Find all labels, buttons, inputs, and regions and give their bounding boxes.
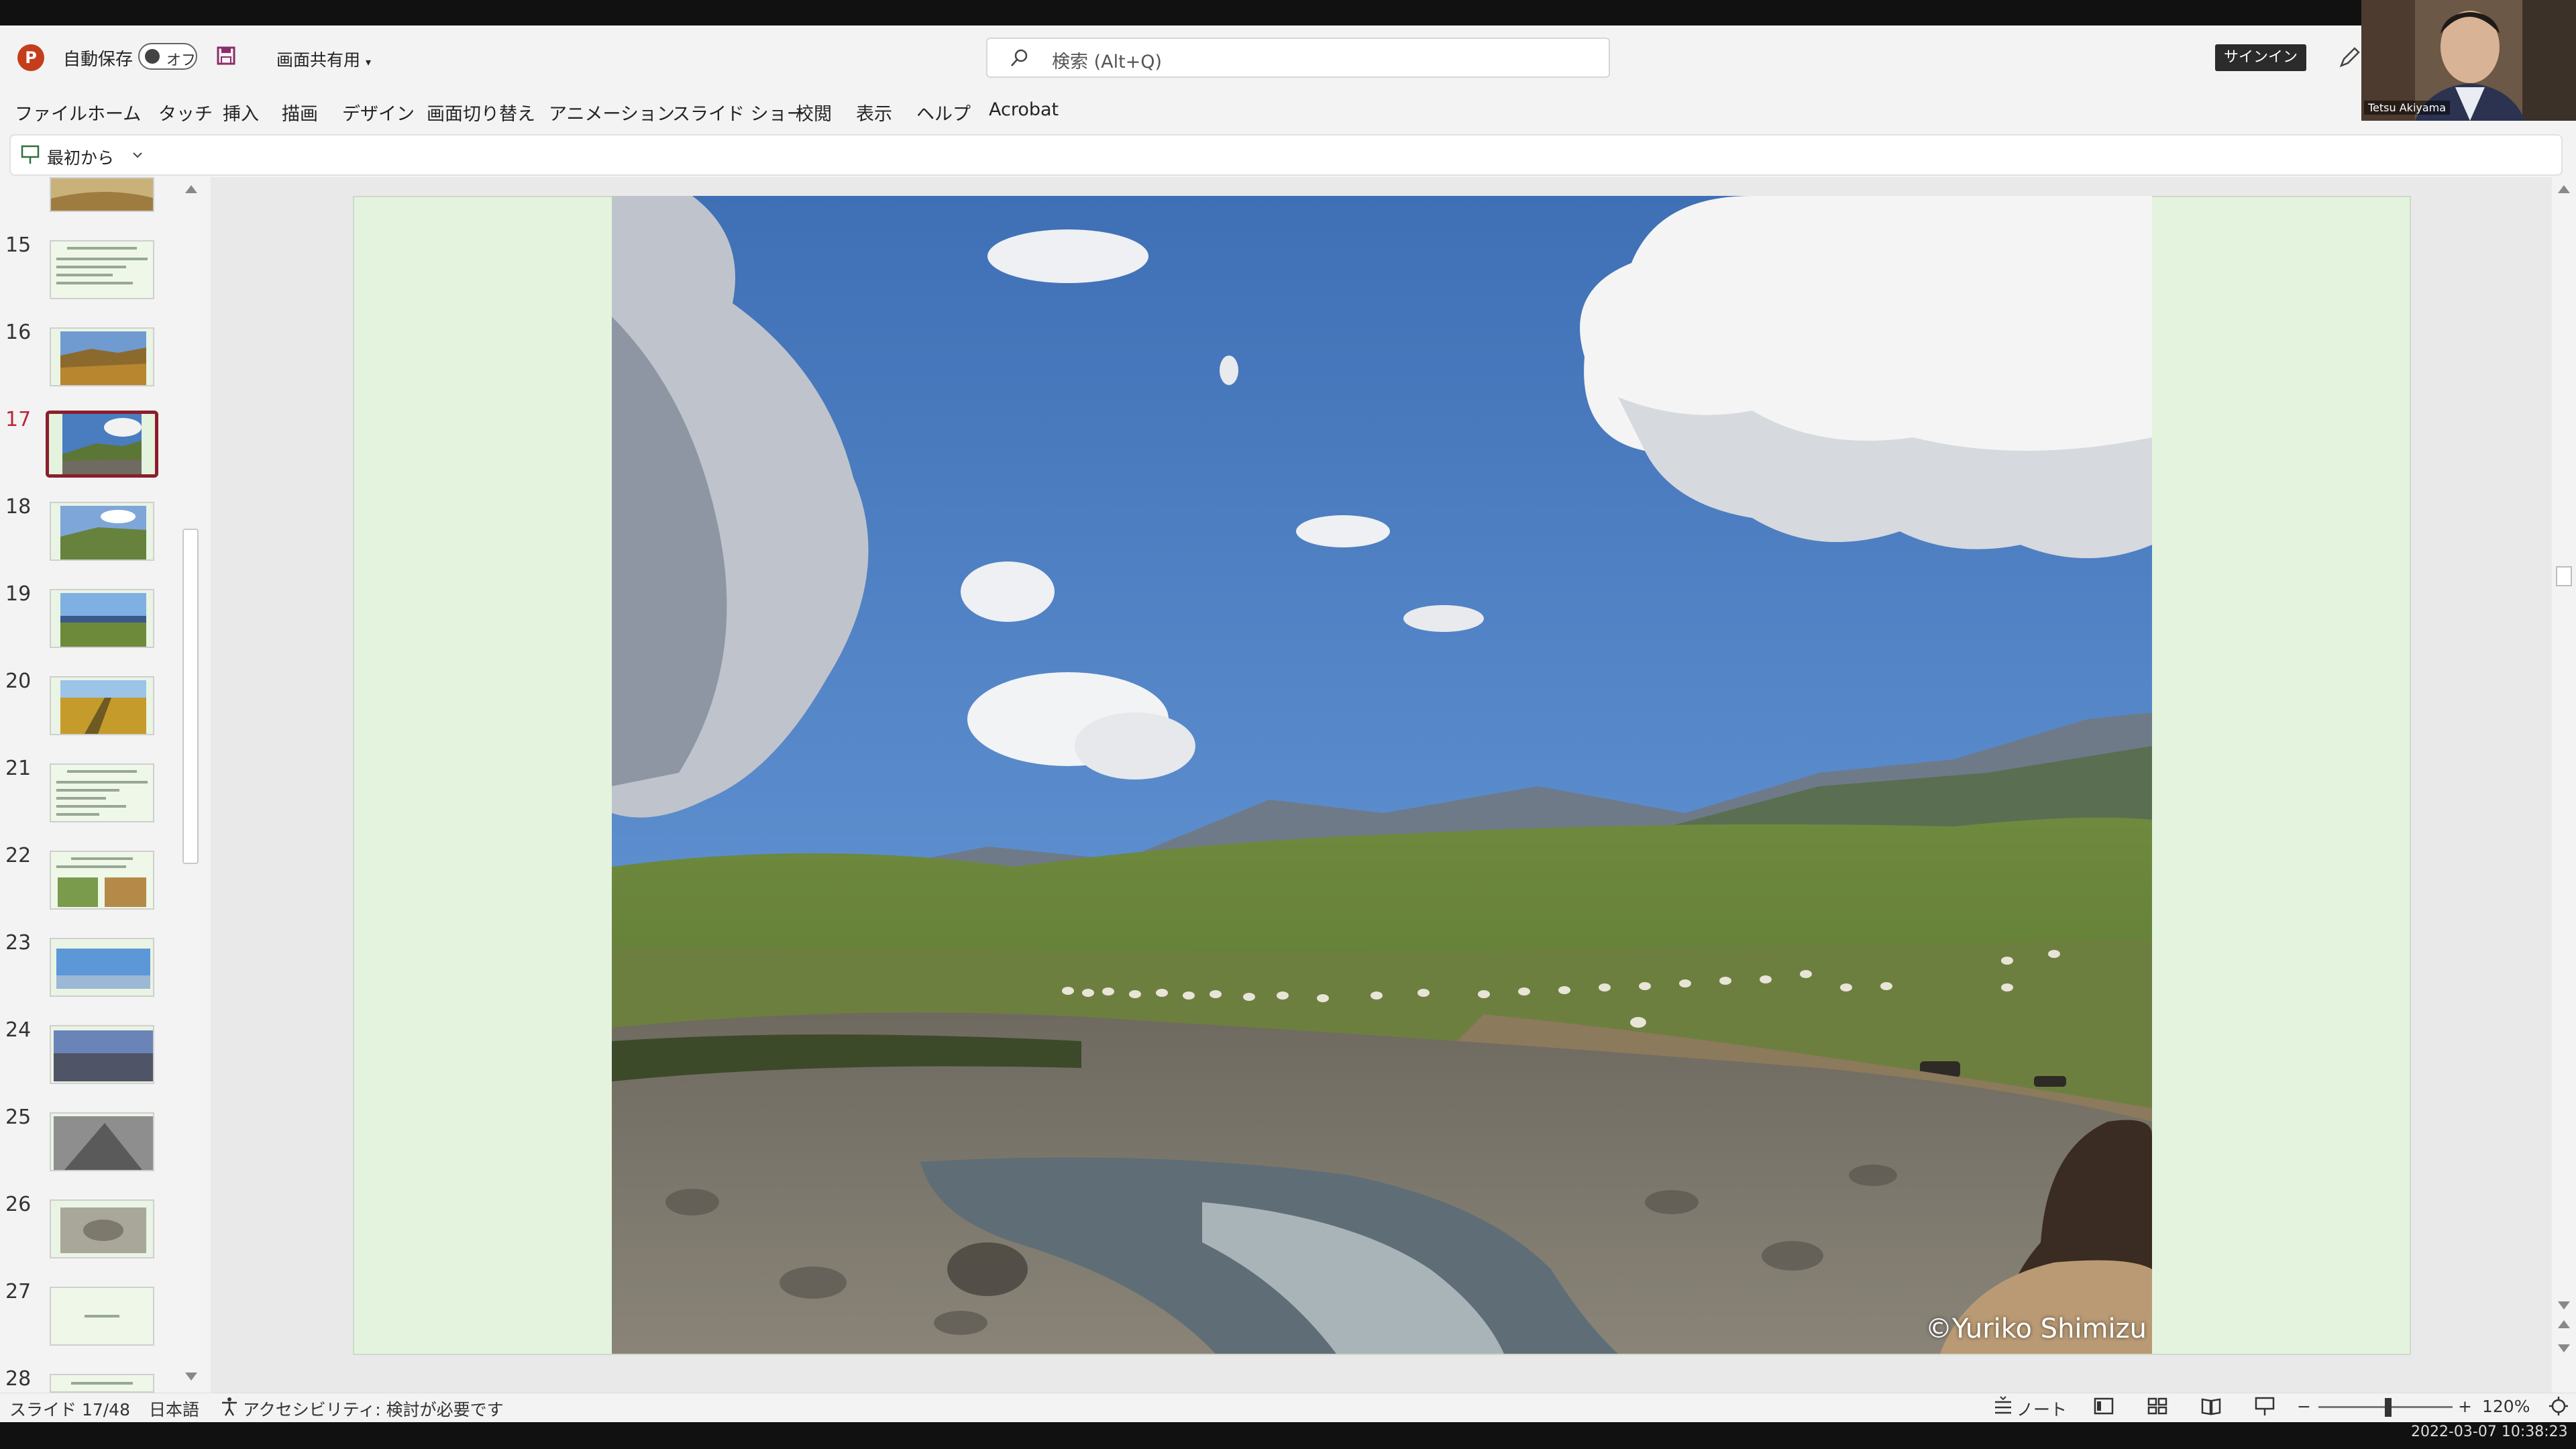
photo-credit: ©Yuriko Shimizu	[1925, 1313, 2147, 1344]
zoom-slider-handle[interactable]	[2385, 1398, 2392, 1417]
normal-view-icon[interactable]	[2093, 1395, 2114, 1417]
zoom-in-icon[interactable]: +	[2458, 1397, 2472, 1416]
quick-toolbar	[9, 134, 2563, 176]
accessibility-icon[interactable]	[219, 1395, 240, 1417]
accessibility-status[interactable]: アクセシビリティ: 検討が必要です	[243, 1397, 504, 1421]
scroll-down-icon[interactable]	[185, 1373, 197, 1381]
scroll-up-icon[interactable]	[2558, 185, 2570, 193]
tab-help[interactable]: ヘルプ	[916, 99, 971, 125]
tab-review[interactable]: 校閲	[796, 99, 832, 125]
webcam-participant-name: Tetsu Akiyama	[2364, 101, 2451, 115]
slide-thumbnail-active[interactable]	[46, 411, 158, 478]
tab-view[interactable]: 表示	[856, 99, 892, 125]
thumbnail-scrollbar[interactable]	[181, 180, 201, 1387]
scroll-down-icon[interactable]	[2558, 1301, 2570, 1309]
fit-to-window-icon[interactable]	[2548, 1395, 2569, 1417]
slide-thumbnail[interactable]	[50, 240, 154, 299]
slide-number: 21	[5, 757, 32, 780]
slide-thumbnail[interactable]	[50, 177, 154, 212]
notes-icon[interactable]	[1992, 1395, 2014, 1417]
slide-number: 27	[5, 1280, 32, 1303]
slide-number: 15	[5, 233, 32, 257]
slide-number: 16	[5, 321, 32, 344]
slide-number-active: 17	[5, 408, 32, 431]
tab-animations[interactable]: アニメーション	[549, 99, 675, 125]
toggle-knob	[145, 49, 160, 64]
slide-thumbnail[interactable]	[50, 1025, 154, 1084]
slide-number: 25	[5, 1106, 32, 1129]
previous-slide-icon[interactable]	[2558, 1320, 2570, 1328]
slide-thumbnail[interactable]	[50, 1374, 154, 1393]
slide-thumbnail[interactable]	[50, 851, 154, 910]
autosave-toggle[interactable]: オフ	[138, 43, 197, 70]
slide-number: 20	[5, 669, 32, 693]
slide-thumbnail[interactable]	[50, 589, 154, 648]
save-icon[interactable]	[216, 46, 236, 66]
scrollbar-thumb[interactable]	[2556, 566, 2572, 586]
slideshow-view-icon[interactable]	[2254, 1395, 2275, 1417]
language-indicator[interactable]: 日本語	[149, 1397, 199, 1421]
slide-thumbnail[interactable]	[50, 502, 154, 561]
tab-file[interactable]: ファイル	[15, 99, 87, 125]
recording-timestamp: 2022-03-07 10:38:23	[2411, 1424, 2568, 1440]
start-from-beginning-button[interactable]: 最初から	[47, 145, 114, 169]
slide-counter: スライド 17/48	[9, 1400, 130, 1419]
scrollbar-thumb[interactable]	[182, 529, 199, 864]
tab-design[interactable]: デザイン	[342, 99, 415, 125]
document-title[interactable]: 画面共有用 ▾	[276, 47, 371, 71]
chevron-down-icon: ▾	[365, 56, 371, 68]
tab-slideshow[interactable]: スライド ショー	[672, 99, 805, 125]
slide-thumbnail[interactable]	[50, 763, 154, 822]
powerpoint-logo-icon: P	[17, 44, 44, 71]
autosave-label: 自動保存	[63, 50, 133, 70]
slide-sorter-icon[interactable]	[2147, 1395, 2168, 1417]
document-title-text: 画面共有用	[276, 50, 361, 70]
zoom-level[interactable]: 120%	[2482, 1397, 2530, 1416]
tab-insert[interactable]: 挿入	[223, 99, 259, 125]
pen-icon[interactable]	[2336, 44, 2363, 71]
search-input[interactable]: 検索 (Alt+Q)	[986, 38, 1610, 78]
slide-thumbnail-pane: 15 16 17 18 19 20 21 22 23 24 25 26 27 2…	[0, 177, 208, 1393]
slide-photo[interactable]	[612, 196, 2152, 1354]
slide-number: 24	[5, 1018, 32, 1042]
autosave-state: オフ	[166, 52, 197, 69]
search-placeholder: 検索 (Alt+Q)	[1052, 52, 1163, 72]
slide-thumbnail[interactable]	[50, 1112, 154, 1171]
chevron-down-icon[interactable]	[131, 149, 144, 161]
slide-number: 22	[5, 844, 32, 867]
notes-button[interactable]: ノート	[2017, 1397, 2067, 1421]
slide-number: 26	[5, 1193, 32, 1216]
slide-number: 18	[5, 495, 32, 519]
tab-acrobat[interactable]: Acrobat	[989, 99, 1059, 120]
signin-button[interactable]: サインイン	[2215, 44, 2306, 71]
tab-transitions[interactable]: 画面切り替え	[427, 99, 535, 125]
slide-number: 23	[5, 931, 32, 955]
screen-top-bar	[0, 0, 2576, 25]
scroll-up-icon[interactable]	[185, 185, 197, 193]
slide-thumbnail[interactable]	[50, 327, 154, 386]
screen-bottom-bar	[0, 1422, 2576, 1449]
search-icon	[1011, 49, 1028, 66]
slide-thumbnail[interactable]	[50, 1287, 154, 1346]
tab-touch[interactable]: タッチ	[158, 99, 213, 125]
slide-thumbnail[interactable]	[50, 676, 154, 735]
start-slideshow-icon[interactable]	[20, 144, 42, 165]
slide-thumbnail[interactable]	[50, 1199, 154, 1258]
slide-number: 19	[5, 582, 32, 606]
slide-thumbnail[interactable]	[50, 938, 154, 997]
slide-number: 28	[5, 1367, 32, 1391]
tab-home[interactable]: ホーム	[87, 99, 141, 125]
next-slide-icon[interactable]	[2558, 1344, 2570, 1352]
slide-scrollbar[interactable]	[2552, 177, 2576, 1393]
tab-draw[interactable]: 描画	[282, 99, 318, 125]
zoom-out-icon[interactable]: −	[2297, 1397, 2311, 1416]
reading-view-icon[interactable]	[2200, 1395, 2222, 1417]
